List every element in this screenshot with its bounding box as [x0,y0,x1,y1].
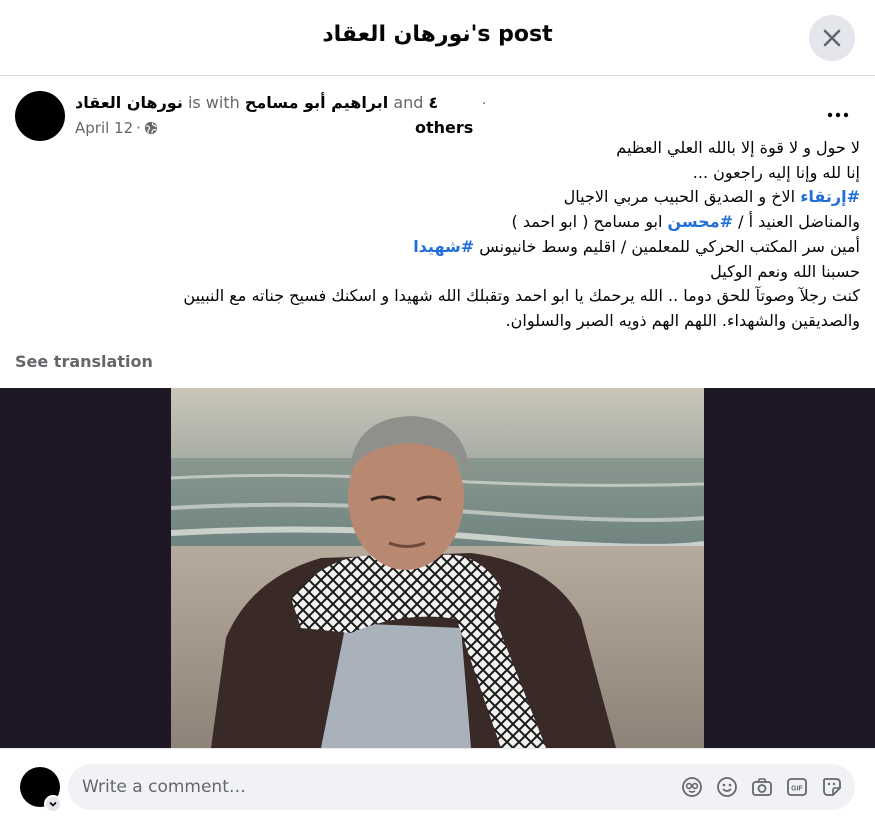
author-name[interactable]: نورهان العقاد [75,93,183,112]
tagged-name[interactable]: ابراهيم أبو مسامح [245,93,388,112]
post-line: #إرتقاء الاخ و الصديق الحبيب مربي الاجيا… [60,185,860,210]
globe-icon[interactable] [144,121,158,135]
post-line: حسبنا الله ونعم الوكيل [710,261,860,281]
sticker-icon[interactable] [821,776,843,798]
with-text: is with [187,93,240,112]
post-line-text: ابو مسامح ( ابو احمد ) [511,212,668,232]
post-text: لا حول و لا قوة إلا بالله العلي العظيم إ… [60,136,860,334]
post-line-text: والمناضل العنيد أ / [733,212,860,232]
see-translation-link[interactable]: See translation [15,352,153,371]
emoji-icon[interactable] [716,776,738,798]
post-date[interactable]: April 12 [75,119,133,137]
gif-icon[interactable]: GIF [786,776,808,798]
avatar-sticker-icon[interactable] [681,776,703,798]
post-line: لا حول و لا قوة إلا بالله العلي العظيم [616,138,860,157]
hashtag-link[interactable]: #إرتقاء [800,187,860,206]
author-line: نورهان العقاد is with ابراهيم أبو مسامح … [75,93,438,112]
post-line: إنا لله وإنا إليه راجعون ... [692,162,860,182]
hashtag-link[interactable]: #محسن [667,212,733,231]
camera-icon[interactable] [751,776,773,798]
post-line: كنت رجلآ وصوتآ للحق دوما .. الله يرحمك ي… [183,286,860,306]
post-line: والصديقين والشهداء. اللهم الهم ذويه الصب… [505,310,860,330]
post-line: والمناضل العنيد أ / #محسن ابو مسامح ( اب… [60,210,860,235]
post-photo[interactable] [171,388,704,748]
comment-box[interactable]: GIF [68,764,855,810]
separator-dot: . [482,92,487,108]
post-line: أمين سر المكتب الحركي للمعلمين / اقليم و… [60,235,860,260]
dialog-title: نورهان العقاد's post [322,22,553,47]
chevron-down-icon [49,801,57,807]
and-text: and [393,93,424,112]
close-icon [823,29,841,47]
svg-text:GIF: GIF [791,786,803,793]
dialog-header: نورهان العقاد's post [0,0,875,76]
post-line-text: الاخ و الصديق الحبيب مربي الاجيال [563,187,801,207]
others-count[interactable]: ٤ [429,93,439,112]
profile-switch-button[interactable] [44,795,62,813]
comment-bar: GIF [0,748,875,832]
hashtag-link[interactable]: #شهيدا [413,237,474,256]
more-options-button[interactable] [820,104,856,124]
author-avatar[interactable] [15,91,65,141]
post-media[interactable] [0,388,875,748]
post-meta: April 12 · [75,119,158,137]
others-link[interactable]: others [415,118,473,137]
date-separator: · [136,119,141,137]
post-line-text: أمين سر المكتب الحركي للمعلمين / اقليم و… [474,236,860,256]
comment-input[interactable] [82,764,662,810]
more-options-icon [827,112,849,118]
close-button[interactable] [809,15,855,61]
